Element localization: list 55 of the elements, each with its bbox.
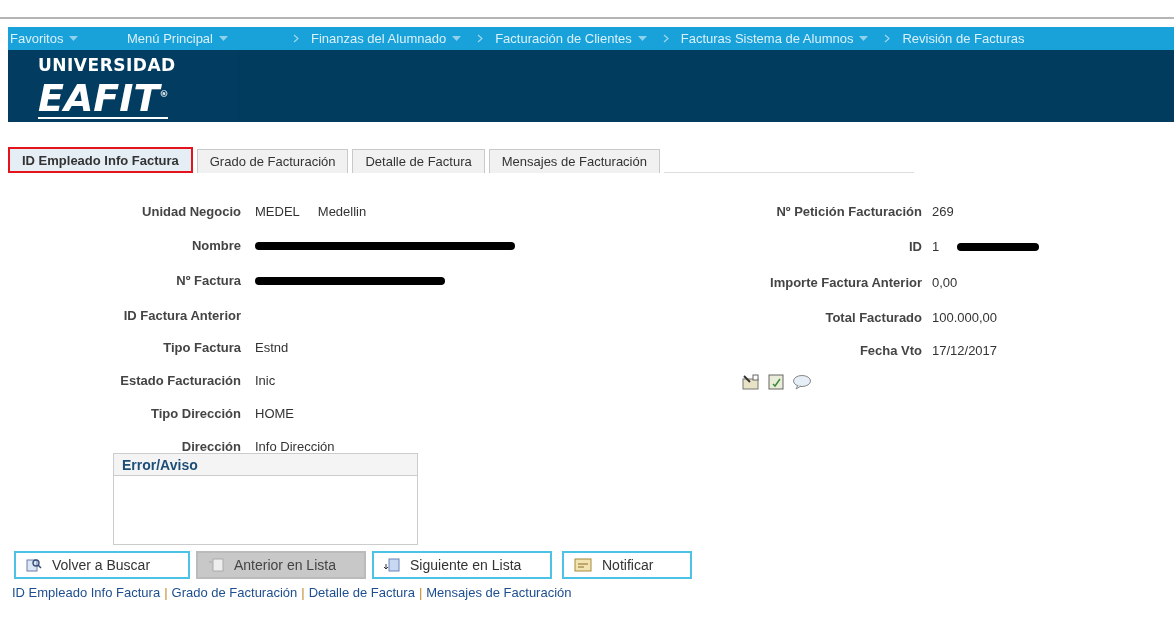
toolbar-button[interactable]: Siguiente en Lista bbox=[372, 551, 552, 579]
field-label: Tipo Factura bbox=[162, 340, 241, 356]
breadcrumb-chevron-icon bbox=[293, 34, 299, 43]
field-label: Nº Petición Facturación bbox=[775, 204, 922, 220]
toolbar-button[interactable]: Notificar bbox=[562, 551, 692, 579]
list-page-icon bbox=[384, 558, 400, 572]
worklist-icon[interactable] bbox=[742, 373, 760, 390]
link-separator: | bbox=[301, 585, 305, 600]
page-link[interactable]: Mensajes de Facturación bbox=[426, 585, 572, 600]
page-link[interactable]: ID Empleado Info Factura bbox=[12, 585, 161, 600]
field-value: Info Dirección bbox=[255, 439, 335, 455]
panel-title: Error/Aviso bbox=[122, 456, 198, 473]
breadcrumb-chevron-icon bbox=[884, 34, 891, 43]
field-value: 17/12/2017 bbox=[932, 343, 998, 359]
field-label: Importe Factura Anterior bbox=[769, 275, 922, 290]
caret-icon bbox=[452, 36, 462, 41]
page-link[interactable]: Grado de Facturación bbox=[171, 585, 298, 600]
field-label: Nombre bbox=[190, 238, 241, 254]
tab[interactable]: ID Empleado Info Factura bbox=[8, 147, 193, 173]
field-label: Estado Facturación bbox=[119, 373, 241, 389]
tab[interactable]: Detalle de Factura bbox=[352, 149, 485, 173]
field-label: ID bbox=[908, 239, 922, 254]
breadcrumb-chevron-icon bbox=[477, 34, 484, 43]
field-label: Fecha Vto bbox=[858, 343, 922, 359]
field-value: 0,00 bbox=[932, 275, 958, 290]
link-separator: | bbox=[418, 585, 423, 600]
caret-icon bbox=[859, 36, 869, 41]
field-label: Unidad Negocio bbox=[141, 203, 241, 219]
field-value: Medellin bbox=[317, 203, 367, 219]
field-value: 269 bbox=[932, 204, 954, 220]
field-label: Total Facturado bbox=[824, 309, 922, 325]
tab[interactable]: Mensajes de Facturación bbox=[488, 149, 660, 173]
field-label: ID Factura Anterior bbox=[122, 307, 241, 323]
field-value: HOME bbox=[255, 406, 294, 422]
caret-icon bbox=[637, 36, 647, 41]
field-value: Inic bbox=[255, 373, 276, 389]
page-link[interactable]: Detalle de Factura bbox=[308, 585, 415, 600]
field-label: Tipo Dirección bbox=[149, 406, 241, 422]
caret-icon bbox=[219, 36, 228, 41]
tab[interactable]: Grado de Facturación bbox=[196, 149, 349, 173]
toolbar-button[interactable]: Volver a Buscar bbox=[14, 551, 190, 579]
list-page-icon bbox=[208, 558, 224, 572]
field-value: 100.000,00 bbox=[932, 309, 998, 325]
field-value: Estnd bbox=[255, 340, 289, 356]
field-label: Nº Factura bbox=[175, 273, 241, 289]
speech-bubble-icon[interactable] bbox=[792, 373, 812, 390]
notepad-icon[interactable] bbox=[768, 373, 784, 390]
field-value: 1 bbox=[932, 239, 940, 254]
caret-icon bbox=[69, 36, 79, 41]
magnifier-page-icon bbox=[26, 558, 42, 572]
link-separator: | bbox=[164, 585, 168, 600]
field-label: Dirección bbox=[180, 439, 241, 455]
envelope-icon bbox=[574, 558, 592, 572]
breadcrumb-chevron-icon bbox=[662, 34, 669, 43]
field-value: MEDEL bbox=[255, 203, 300, 219]
